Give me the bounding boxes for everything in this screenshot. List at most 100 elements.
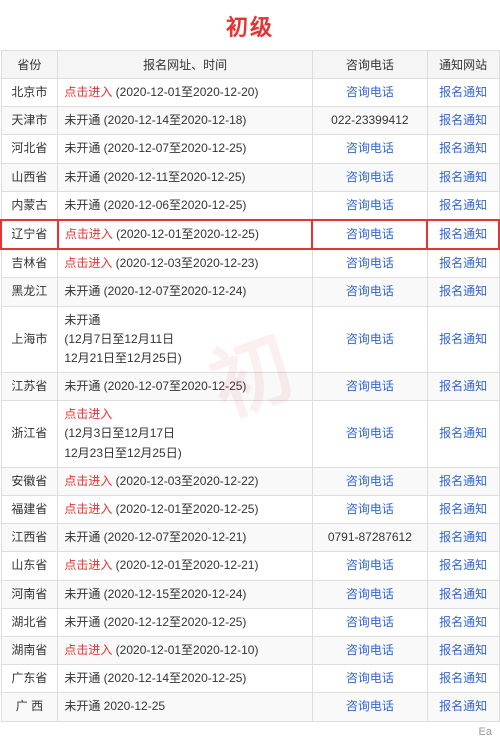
notice-link[interactable]: 报名通知	[439, 113, 487, 127]
registration-link[interactable]: 点击进入	[64, 256, 112, 270]
phone-link[interactable]: 咨询电话	[346, 587, 394, 601]
phone-link[interactable]: 咨询电话	[346, 671, 394, 685]
phone-link[interactable]: 咨询电话	[346, 170, 394, 184]
phone-cell[interactable]: 咨询电话	[312, 249, 427, 278]
notice-cell[interactable]: 报名通知	[427, 220, 499, 249]
phone-cell[interactable]: 咨询电话	[312, 580, 427, 608]
notice-cell[interactable]: 报名通知	[427, 580, 499, 608]
phone-cell[interactable]: 咨询电话	[312, 191, 427, 220]
phone-cell[interactable]: 咨询电话	[312, 163, 427, 191]
phone-cell[interactable]: 咨询电话	[312, 665, 427, 693]
phone-cell[interactable]: 咨询电话	[312, 608, 427, 636]
notice-cell[interactable]: 报名通知	[427, 636, 499, 664]
notice-cell[interactable]: 报名通知	[427, 249, 499, 278]
phone-cell[interactable]: 咨询电话	[312, 306, 427, 373]
registration-link[interactable]: 点击进入	[64, 643, 112, 657]
notice-link[interactable]: 报名通知	[439, 530, 487, 544]
table-row: 河南省未开通 (2020-12-15至2020-12-24)咨询电话报名通知	[1, 580, 499, 608]
registration-link[interactable]: 点击进入	[64, 474, 112, 488]
phone-cell[interactable]: 咨询电话	[312, 693, 427, 721]
notice-link[interactable]: 报名通知	[439, 558, 487, 572]
province-cell: 江西省	[1, 524, 58, 552]
province-cell: 湖北省	[1, 608, 58, 636]
registration-link[interactable]: 点击进入	[65, 227, 113, 241]
notice-link[interactable]: 报名通知	[439, 379, 487, 393]
notice-cell[interactable]: 报名通知	[427, 693, 499, 721]
notice-link[interactable]: 报名通知	[439, 284, 487, 298]
notice-link[interactable]: 报名通知	[439, 426, 487, 440]
notice-cell[interactable]: 报名通知	[427, 496, 499, 524]
province-cell: 内蒙古	[1, 191, 58, 220]
phone-link[interactable]: 咨询电话	[346, 256, 394, 270]
phone-link[interactable]: 咨询电话	[346, 379, 394, 393]
table-row: 湖南省点击进入 (2020-12-01至2020-12-10)咨询电话报名通知	[1, 636, 499, 664]
page-title: 初级	[0, 0, 500, 50]
registration-link[interactable]: 点击进入	[64, 407, 112, 421]
province-cell: 河北省	[1, 135, 58, 163]
notice-cell[interactable]: 报名通知	[427, 552, 499, 580]
table-row: 山西省未开通 (2020-12-11至2020-12-25)咨询电话报名通知	[1, 163, 499, 191]
registration-cell: 点击进入 (2020-12-01至2020-12-25)	[58, 220, 313, 249]
phone-cell[interactable]: 咨询电话	[312, 636, 427, 664]
notice-link[interactable]: 报名通知	[439, 615, 487, 629]
registration-link[interactable]: 点击进入	[64, 85, 112, 99]
notice-cell[interactable]: 报名通知	[427, 306, 499, 373]
phone-cell[interactable]: 咨询电话	[312, 220, 427, 249]
notice-cell[interactable]: 报名通知	[427, 608, 499, 636]
registration-link[interactable]: 点击进入	[64, 502, 112, 516]
notice-cell[interactable]: 报名通知	[427, 467, 499, 495]
phone-cell[interactable]: 咨询电话	[312, 278, 427, 306]
notice-link[interactable]: 报名通知	[439, 643, 487, 657]
phone-link[interactable]: 咨询电话	[346, 643, 394, 657]
notice-link[interactable]: 报名通知	[439, 474, 487, 488]
phone-link[interactable]: 咨询电话	[346, 615, 394, 629]
phone-cell[interactable]: 咨询电话	[312, 401, 427, 468]
phone-cell[interactable]: 咨询电话	[312, 496, 427, 524]
notice-link[interactable]: 报名通知	[439, 587, 487, 601]
registration-link[interactable]: 点击进入	[64, 558, 112, 572]
table-row: 山东省点击进入 (2020-12-01至2020-12-21)咨询电话报名通知	[1, 552, 499, 580]
notice-link[interactable]: 报名通知	[439, 227, 487, 241]
notice-cell[interactable]: 报名通知	[427, 278, 499, 306]
phone-cell[interactable]: 咨询电话	[312, 467, 427, 495]
footer: Ea	[0, 722, 500, 742]
notice-cell[interactable]: 报名通知	[427, 163, 499, 191]
province-cell: 浙江省	[1, 401, 58, 468]
phone-link[interactable]: 咨询电话	[346, 426, 394, 440]
notice-cell[interactable]: 报名通知	[427, 191, 499, 220]
notice-link[interactable]: 报名通知	[439, 671, 487, 685]
phone-link[interactable]: 咨询电话	[346, 284, 394, 298]
notice-link[interactable]: 报名通知	[439, 85, 487, 99]
notice-link[interactable]: 报名通知	[439, 699, 487, 713]
notice-cell[interactable]: 报名通知	[427, 401, 499, 468]
notice-link[interactable]: 报名通知	[439, 502, 487, 516]
table-row: 内蒙古未开通 (2020-12-06至2020-12-25)咨询电话报名通知	[1, 191, 499, 220]
phone-link[interactable]: 咨询电话	[346, 332, 394, 346]
phone-cell[interactable]: 咨询电话	[312, 373, 427, 401]
table-row: 湖北省未开通 (2020-12-12至2020-12-25)咨询电话报名通知	[1, 608, 499, 636]
notice-link[interactable]: 报名通知	[439, 170, 487, 184]
phone-link[interactable]: 咨询电话	[346, 502, 394, 516]
notice-cell[interactable]: 报名通知	[427, 135, 499, 163]
notice-cell[interactable]: 报名通知	[427, 665, 499, 693]
phone-link[interactable]: 咨询电话	[346, 227, 394, 241]
notice-link[interactable]: 报名通知	[439, 141, 487, 155]
phone-cell[interactable]: 咨询电话	[312, 552, 427, 580]
phone-link[interactable]: 咨询电话	[346, 198, 394, 212]
phone-cell[interactable]: 咨询电话	[312, 79, 427, 107]
phone-link[interactable]: 咨询电话	[346, 558, 394, 572]
notice-link[interactable]: 报名通知	[439, 256, 487, 270]
phone-cell[interactable]: 咨询电话	[312, 135, 427, 163]
phone-link[interactable]: 咨询电话	[346, 85, 394, 99]
registration-cell: 未开通(12月7日至12月11日12月21日至12月25日)	[58, 306, 313, 373]
notice-cell[interactable]: 报名通知	[427, 107, 499, 135]
notice-link[interactable]: 报名通知	[439, 332, 487, 346]
notice-cell[interactable]: 报名通知	[427, 79, 499, 107]
table-row: 广 西未开通 2020-12-25咨询电话报名通知	[1, 693, 499, 721]
notice-link[interactable]: 报名通知	[439, 198, 487, 212]
notice-cell[interactable]: 报名通知	[427, 524, 499, 552]
phone-link[interactable]: 咨询电话	[346, 141, 394, 155]
phone-link[interactable]: 咨询电话	[346, 699, 394, 713]
notice-cell[interactable]: 报名通知	[427, 373, 499, 401]
phone-link[interactable]: 咨询电话	[346, 474, 394, 488]
